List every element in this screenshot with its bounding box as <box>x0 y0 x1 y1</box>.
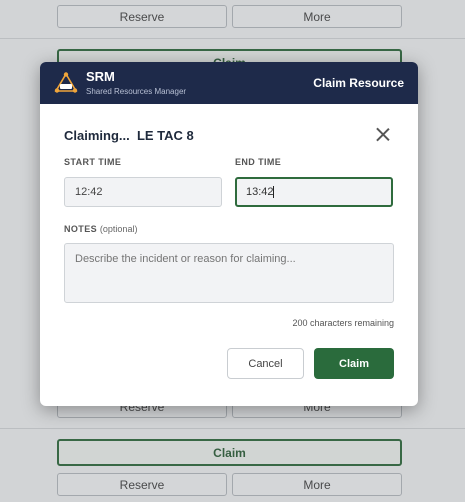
start-time-field: START TIME 12:42 <box>64 157 222 207</box>
srm-logo-icon <box>54 72 78 93</box>
dialog-header: SRM Shared Resources Manager Claim Resou… <box>40 62 418 104</box>
notes-label-text: NOTES <box>64 224 98 234</box>
close-icon[interactable] <box>375 127 391 143</box>
end-time-label: END TIME <box>235 157 282 167</box>
start-time-value: 12:42 <box>75 186 103 198</box>
end-time-value: 13:42 <box>246 186 274 198</box>
text-caret <box>272 186 274 198</box>
brand-subtitle: Shared Resources Manager <box>86 87 187 96</box>
characters-remaining: 200 characters remaining <box>292 318 394 328</box>
claim-resource-dialog: SRM Shared Resources Manager Claim Resou… <box>40 62 418 406</box>
notes-textarea[interactable] <box>64 243 394 303</box>
notes-label: NOTES (optional) <box>64 224 394 236</box>
claim-submit-button[interactable]: Claim <box>314 348 394 379</box>
dialog-header-title: Claim Resource <box>313 76 404 90</box>
start-time-input[interactable]: 12:42 <box>64 177 222 207</box>
start-time-label: START TIME <box>64 157 122 167</box>
dialog-title: Claiming... LE TAC 8 <box>64 127 194 143</box>
cancel-button[interactable]: Cancel <box>227 348 304 379</box>
brand-name: SRM <box>86 69 115 84</box>
notes-optional-hint: (optional) <box>99 224 138 234</box>
end-time-input[interactable]: 13:42 <box>235 177 393 207</box>
end-time-field: END TIME 13:42 <box>235 157 393 207</box>
